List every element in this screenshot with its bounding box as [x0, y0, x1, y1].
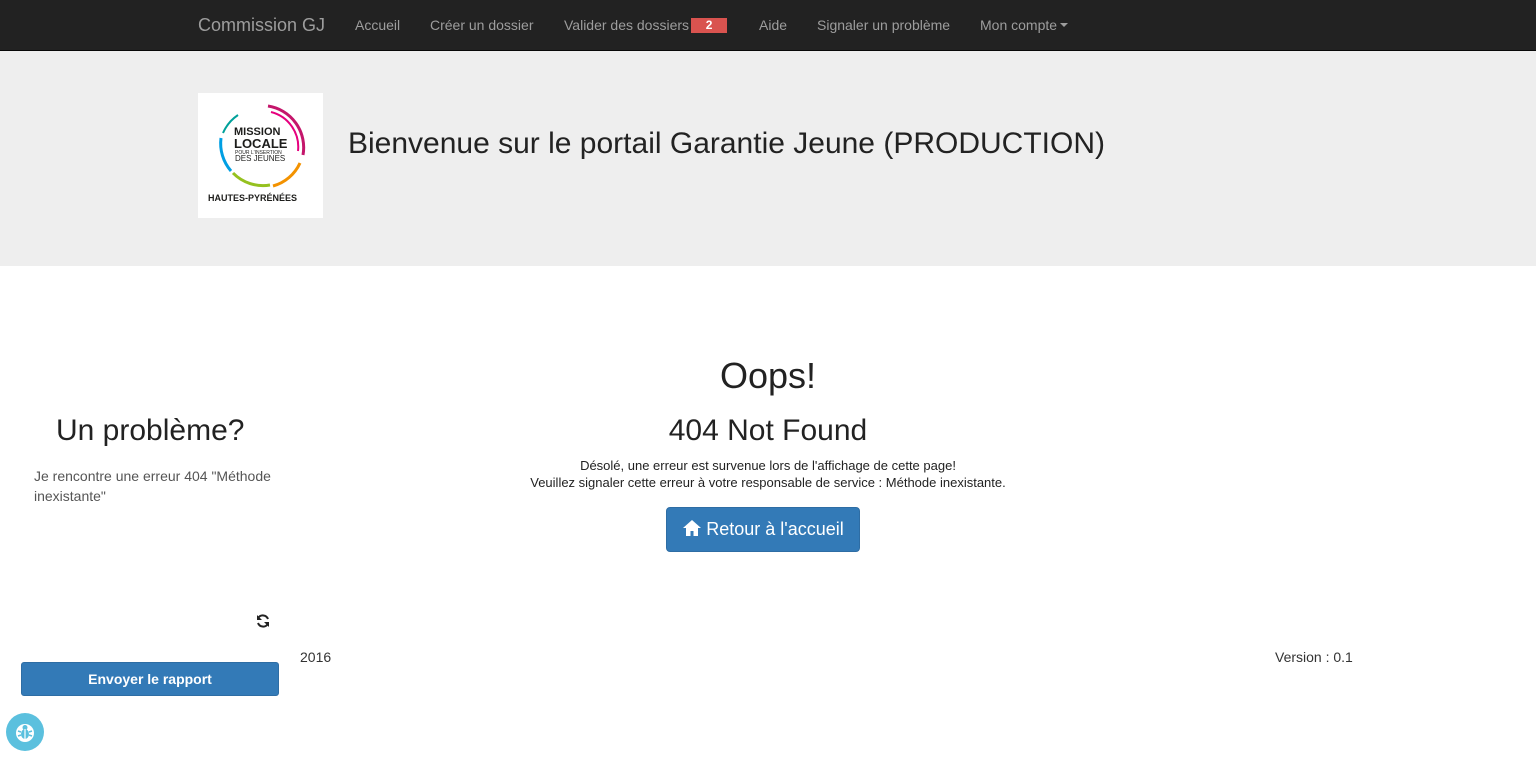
report-panel-title: Un problème? [56, 414, 245, 447]
nav-item-creer-dossier[interactable]: Créer un dossier [430, 17, 534, 33]
logo-text-region: HAUTES-PYRÉNÉES [208, 193, 297, 203]
footer-version: Version : 0.1 [1275, 649, 1353, 665]
bug-icon [16, 724, 34, 742]
logo-text-locale: LOCALE [234, 136, 288, 151]
nav-item-accueil[interactable]: Accueil [355, 17, 400, 33]
header-jumbotron: MISSION LOCALE POUR L'INSERTION DES JEUN… [0, 51, 1536, 266]
nav-item-valider-dossiers-label: Valider des dossiers [564, 17, 690, 33]
home-button-label: Retour à l'accueil [706, 519, 844, 539]
home-button[interactable]: Retour à l'accueil [666, 507, 860, 552]
bug-report-button[interactable] [6, 713, 44, 751]
report-panel-text: Je rencontre une erreur 404 "Méthode ine… [34, 468, 271, 504]
mission-locale-logo: MISSION LOCALE POUR L'INSERTION DES JEUN… [198, 93, 323, 218]
refresh-icon[interactable] [255, 613, 271, 629]
nav-item-signaler-probleme[interactable]: Signaler un problème [817, 17, 950, 33]
caret-down-icon [1060, 23, 1069, 27]
footer-year: 2016 [300, 649, 332, 665]
navbar-brand[interactable]: Commission GJ [198, 15, 325, 36]
nav-item-valider-dossiers[interactable]: Valider des dossiers 2 [564, 17, 728, 33]
nav-item-mon-compte-label: Mon compte [980, 17, 1058, 33]
nav-item-mon-compte[interactable]: Mon compte [980, 17, 1069, 33]
home-icon [683, 520, 702, 536]
top-navbar: Commission GJ Accueil Créer un dossier V… [0, 0, 1536, 51]
send-report-button[interactable]: Envoyer le rapport [21, 662, 279, 696]
nav-item-aide[interactable]: Aide [759, 17, 787, 33]
pending-count-badge: 2 [691, 18, 728, 33]
logo-text-jeunes: DES JEUNES [235, 154, 285, 163]
error-heading: Oops! [719, 355, 817, 396]
page-title: Bienvenue sur le portail Garantie Jeune … [348, 127, 1105, 160]
mission-locale-logo-graphic: MISSION LOCALE POUR L'INSERTION DES JEUN… [208, 104, 306, 203]
